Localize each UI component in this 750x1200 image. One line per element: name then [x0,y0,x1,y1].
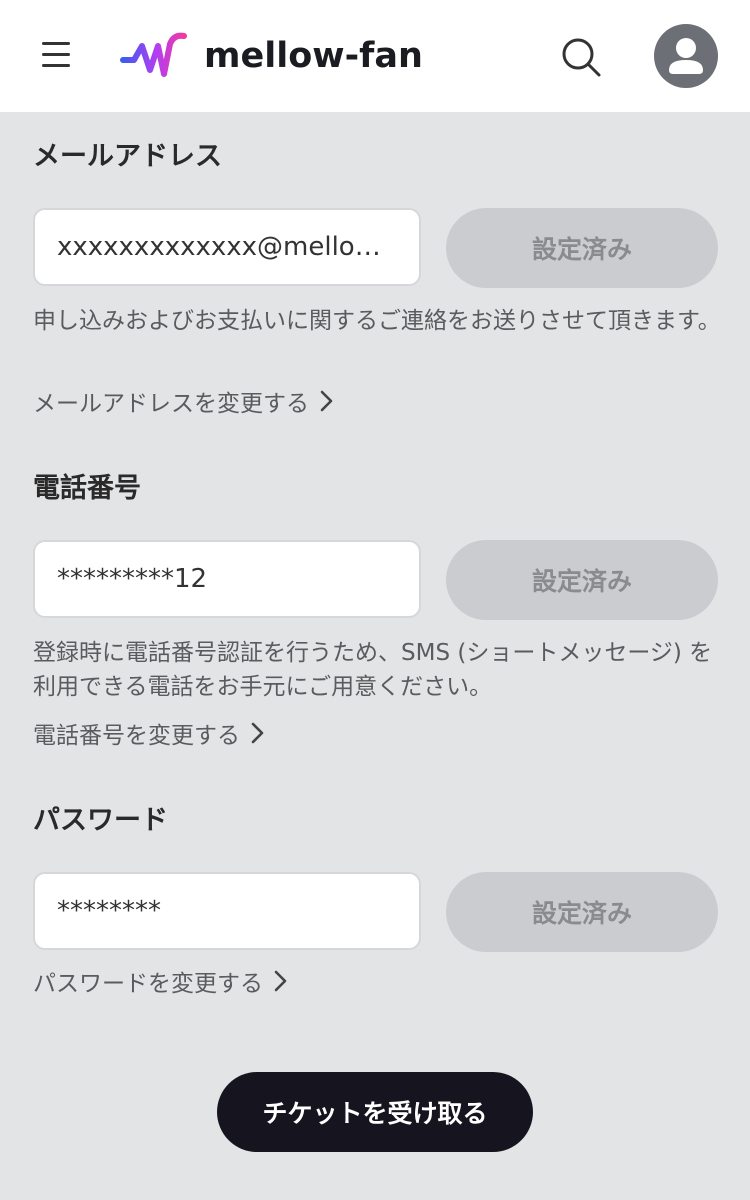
change-password-link[interactable]: パスワードを変更する [33,964,289,998]
brand-logo[interactable]: mellow-fan [120,30,423,82]
change-phone-link[interactable]: 電話番号を変更する [33,716,266,750]
email-set-button[interactable]: 設定済み [446,208,718,288]
change-email-label: メールアドレスを変更する [33,391,309,417]
menu-line [42,53,70,56]
chevron-right-icon [251,722,264,744]
menu-line [42,64,70,67]
phone-value: *********12 [57,564,208,594]
change-phone-label: 電話番号を変更する [33,723,240,749]
password-value: ******** [57,896,161,926]
app-header: mellow-fan [0,0,750,112]
user-avatar-icon[interactable] [654,24,718,88]
phone-field[interactable]: *********12 [33,540,421,618]
chevron-right-icon [274,970,287,992]
brand-name: mellow-fan [204,36,423,76]
phone-description: 登録時に電話番号認証を行うため、SMS (ショートメッセージ) を利用できる電話… [33,640,713,700]
hamburger-menu-icon[interactable] [40,40,72,72]
email-section-title: メールアドレス [33,141,222,172]
phone-set-button[interactable]: 設定済み [446,540,718,620]
password-section-title: パスワード [33,805,168,836]
menu-line [42,42,70,45]
email-description: 申し込みおよびお支払いに関するご連絡をお送りさせて頂きます。 [33,308,721,334]
receive-ticket-button[interactable]: チケットを受け取る [217,1072,533,1152]
chevron-right-icon [320,390,333,412]
email-value: xxxxxxxxxxxxx@mellow-fan.com [57,232,401,262]
email-field[interactable]: xxxxxxxxxxxxx@mellow-fan.com [33,208,421,286]
search-icon[interactable] [560,36,602,78]
phone-section-title: 電話番号 [33,473,141,504]
password-set-button[interactable]: 設定済み [446,872,718,952]
brand-mark-icon [120,32,189,77]
change-password-label: パスワードを変更する [33,971,263,997]
change-email-link[interactable]: メールアドレスを変更する [33,384,335,418]
password-field[interactable]: ******** [33,872,421,950]
